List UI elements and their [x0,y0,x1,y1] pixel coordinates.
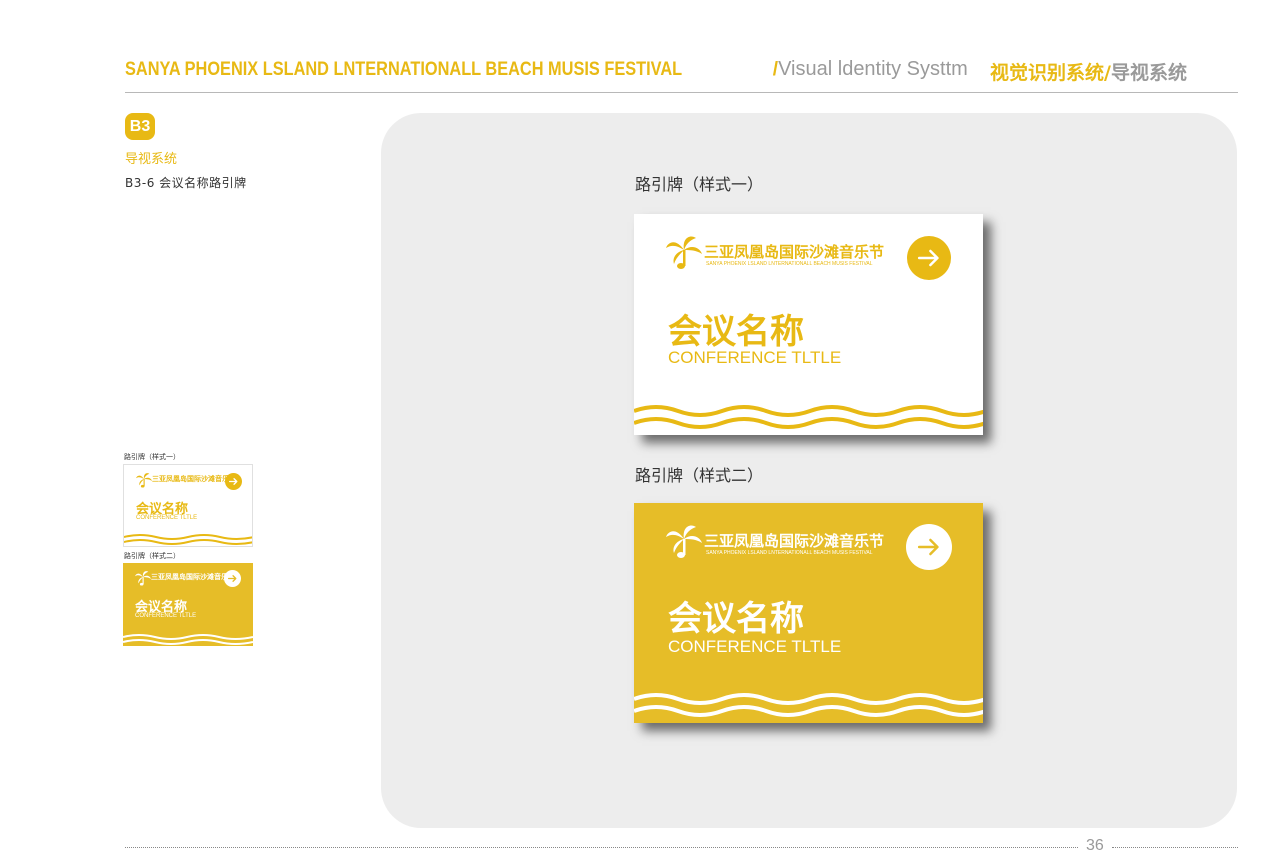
thumbnail-caption-2: 路引牌（样式二） [124,552,180,560]
logo-name-en: SANYA PHOENIX LSLAND LNTERNATIONALL BEAC… [706,550,873,556]
arrow-right-icon [224,570,241,587]
sign-title-en: CONFERENCE TLTLE [668,348,842,367]
arrow-right-icon [225,473,242,490]
page-number: 36 [1086,837,1104,854]
palm-note-logo-icon [666,525,702,558]
thumbnail-caption-1: 路引牌（样式一） [124,453,180,461]
wave-decoration [634,693,983,717]
subsection-title: B3-6 会议名称路引牌 [125,176,247,190]
thumbnail-sign-yellow: 三亚凤凰岛国际沙滩音乐节 会议名称 CONFERENCE TLTLE [123,563,253,646]
festival-name-en: SANYA PHOENIX LSLAND LNTERNATIONALL BEAC… [125,59,683,80]
logo-name-en: SANYA PHOENIX LSLAND LNTERNATIONALL BEAC… [706,261,873,267]
header-section-title: 视觉识别系统/导视系统 [990,58,1187,85]
sign-style-1: 三亚凤凰岛国际沙滩音乐节 SANYA PHOENIX LSLAND LNTERN… [634,214,983,435]
header-cn-highlight: 视觉识别系统 [990,62,1105,84]
wave-decoration [124,534,252,545]
thumbnail-logo-name: 三亚凤凰岛国际沙滩音乐节 [151,573,235,581]
thumbnail-title-en: CONFERENCE TLTLE [135,613,197,619]
header-rule [125,92,1238,93]
wave-decoration [123,634,253,645]
footer-dotted-rule-left [125,847,1078,848]
wave-decoration [634,405,983,429]
section-badge: B3 [125,113,155,140]
arrow-right-icon [906,524,952,570]
sign-caption-2: 路引牌（样式二） [635,466,764,485]
header-title: SANYA PHOENIX LSLAND LNTERNATIONALL BEAC… [125,58,968,81]
header-cn-separator: / [1104,62,1111,84]
sign-title-cn: 会议名称 [668,312,804,352]
thumbnail-sign-white: 三亚凤凰岛国际沙滩音乐节 会议名称 CONFERENCE TLTLE [123,464,253,547]
palm-note-logo-icon [135,571,151,586]
footer-dotted-rule-right [1112,847,1238,848]
header-cn-gray: 导视系统 [1110,62,1187,84]
sign-title-en: CONFERENCE TLTLE [668,637,842,656]
thumbnail-title-en: CONFERENCE TLTLE [136,515,198,521]
palm-note-logo-icon [666,236,702,269]
thumbnail-logo-name: 三亚凤凰岛国际沙滩音乐节 [152,475,236,483]
section-title: 导视系统 [125,152,178,167]
logo-name-cn: 三亚凤凰岛国际沙滩音乐节 [704,532,885,550]
sign-title-cn: 会议名称 [668,599,804,639]
logo-name-cn: 三亚凤凰岛国际沙滩音乐节 [704,243,885,261]
sign-caption-1: 路引牌（样式一） [635,175,764,194]
palm-note-logo-icon [136,473,152,488]
arrow-right-icon [907,236,951,280]
sign-style-2: 三亚凤凰岛国际沙滩音乐节 SANYA PHOENIX LSLAND LNTERN… [634,503,983,723]
header-subtitle: Visual ldentity Systtm [778,58,968,80]
